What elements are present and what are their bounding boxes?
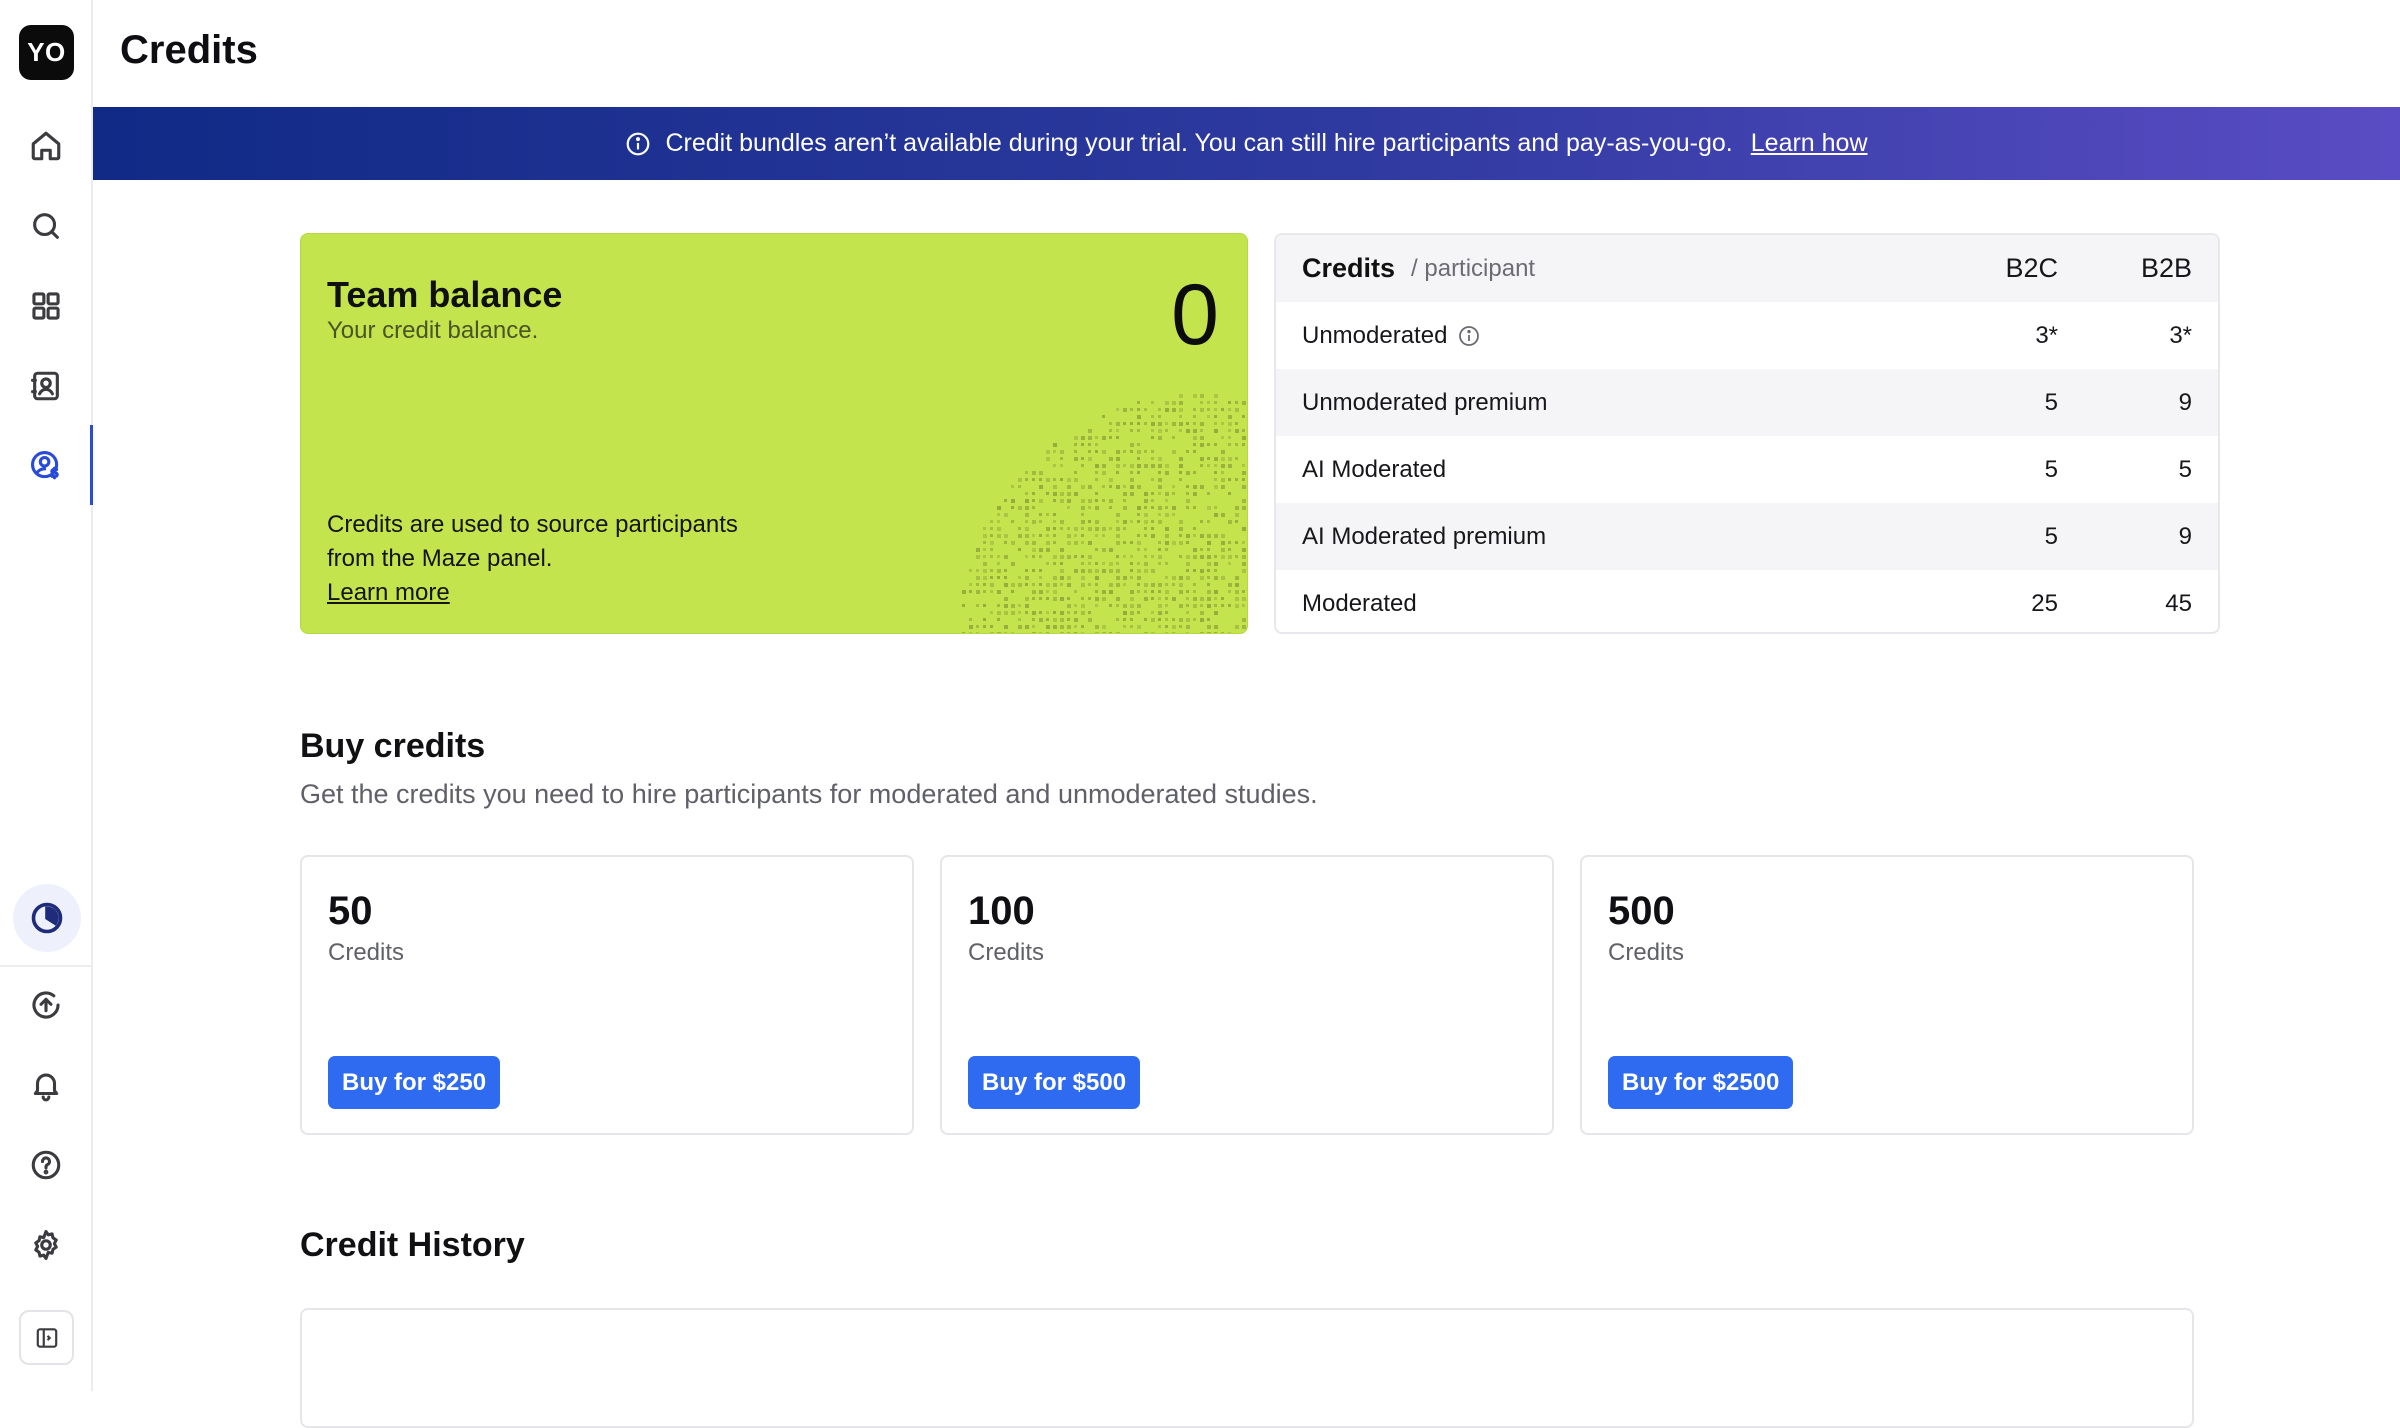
workspace-logo[interactable]: YO	[19, 25, 74, 80]
table-row: Moderated 25 45	[1276, 570, 2218, 632]
sidebar-item-help[interactable]	[22, 1141, 70, 1189]
page-title: Credits	[120, 28, 258, 72]
table-title-label: Credits	[1302, 253, 1396, 283]
bell-icon	[33, 1073, 59, 1102]
balance-value: 0	[1171, 267, 1219, 363]
row-b2c-value: 3*	[2035, 321, 2058, 349]
contacts-icon	[30, 371, 59, 401]
banner-learn-how-link[interactable]: Learn how	[1751, 129, 1868, 158]
credit-bundle-card: 500 Credits Buy for $2500	[1580, 855, 2194, 1135]
row-label: Unmoderated premium	[1302, 388, 1548, 416]
search-icon	[33, 213, 59, 239]
row-label: AI Moderated premium	[1302, 522, 1547, 550]
grid-icon	[32, 292, 60, 320]
row-b2c-value: 5	[2044, 522, 2058, 550]
column-header-b2b: B2B	[2140, 253, 2192, 283]
row-label: Moderated	[1302, 589, 1417, 617]
row-b2c-value: 5	[2044, 388, 2058, 416]
row-label: AI Moderated	[1302, 455, 1447, 483]
sidebar-item-settings[interactable]	[22, 1221, 70, 1269]
table-row: Unmoderated 3* 3*	[1276, 302, 2218, 369]
balance-learn-more-link[interactable]: Learn more	[327, 576, 747, 610]
sidebar-toggle-icon	[36, 1327, 57, 1348]
usage-button[interactable]	[13, 884, 81, 952]
gear-icon	[34, 1229, 58, 1261]
credits-rate-table: Credits / participant B2C B2B Unmoderate…	[1274, 233, 2220, 634]
column-header-b2c: B2C	[2005, 253, 2058, 283]
table-header-row: Credits / participant B2C B2B	[1276, 235, 2218, 302]
sidebar-item-projects[interactable]	[22, 282, 70, 330]
sidebar-divider	[0, 965, 93, 967]
bundle-amount: 500	[1608, 889, 1675, 933]
globe-pattern-illustration	[962, 394, 1246, 633]
table-title: Credits / participant	[1302, 253, 1535, 284]
upload-circle-icon	[32, 991, 60, 1019]
buy-credits-subtitle: Get the credits you need to hire partici…	[300, 779, 1318, 809]
row-b2b-value: 45	[2165, 589, 2192, 617]
user-dollar-icon	[30, 450, 59, 480]
credit-history-title: Credit History	[300, 1226, 525, 1264]
bundle-label: Credits	[968, 939, 1045, 966]
credit-bundle-card: 100 Credits Buy for $500	[940, 855, 1554, 1135]
row-name: Unmoderated	[1302, 322, 1481, 350]
credit-bundle-card: 50 Credits Buy for $250	[300, 855, 914, 1135]
table-row: AI Moderated 5 5	[1276, 436, 2218, 503]
buy-credits-title: Buy credits	[300, 727, 486, 765]
sidebar-item-search[interactable]	[22, 202, 70, 250]
active-indicator	[90, 425, 93, 505]
bundle-amount: 50	[328, 889, 373, 933]
row-b2b-value: 5	[2178, 455, 2192, 483]
sidebar-item-contacts[interactable]	[22, 362, 70, 410]
home-icon	[31, 131, 61, 161]
buy-bundle-button[interactable]: Buy for $250	[328, 1056, 501, 1109]
row-b2c-value: 5	[2044, 455, 2058, 483]
table-row: Unmoderated premium 5 9	[1276, 369, 2218, 436]
info-icon[interactable]	[1457, 324, 1481, 348]
sidebar-collapse-button[interactable]	[19, 1310, 74, 1365]
row-b2b-value: 9	[2178, 388, 2192, 416]
row-label: Unmoderated	[1302, 321, 1448, 349]
sidebar-item-home[interactable]	[22, 122, 70, 170]
credit-history-table	[300, 1308, 2194, 1428]
info-icon	[627, 132, 650, 155]
bundle-label: Credits	[1608, 939, 1685, 966]
buy-bundle-button[interactable]: Buy for $500	[968, 1056, 1141, 1109]
balance-subtitle: Your credit balance.	[327, 317, 539, 344]
balance-description: Credits are used to source participants …	[327, 508, 747, 610]
help-circle-icon	[31, 1150, 61, 1180]
sidebar: YO	[0, 0, 93, 1391]
row-b2c-value: 25	[2031, 589, 2058, 617]
row-b2b-value: 9	[2178, 522, 2192, 550]
bundle-label: Credits	[328, 939, 405, 966]
table-title-unit: / participant	[1411, 254, 1536, 282]
sidebar-item-upgrade[interactable]	[22, 981, 70, 1029]
banner-text: Credit bundles aren’t available during y…	[665, 129, 1733, 157]
pie-clock-icon	[31, 902, 63, 934]
sidebar-item-notifications[interactable]	[22, 1061, 70, 1109]
team-balance-card: Team balance Your credit balance. 0 Cred…	[300, 233, 1248, 634]
table-row: AI Moderated premium 5 9	[1276, 503, 2218, 570]
balance-description-text: Credits are used to source participants …	[327, 511, 738, 572]
balance-title: Team balance	[327, 274, 563, 315]
sidebar-item-credits[interactable]	[22, 442, 70, 490]
bundle-amount: 100	[968, 889, 1035, 933]
trial-banner: Credit bundles aren’t available during y…	[93, 107, 2400, 180]
buy-bundle-button[interactable]: Buy for $2500	[1608, 1056, 1794, 1109]
row-b2b-value: 3*	[2169, 321, 2192, 349]
